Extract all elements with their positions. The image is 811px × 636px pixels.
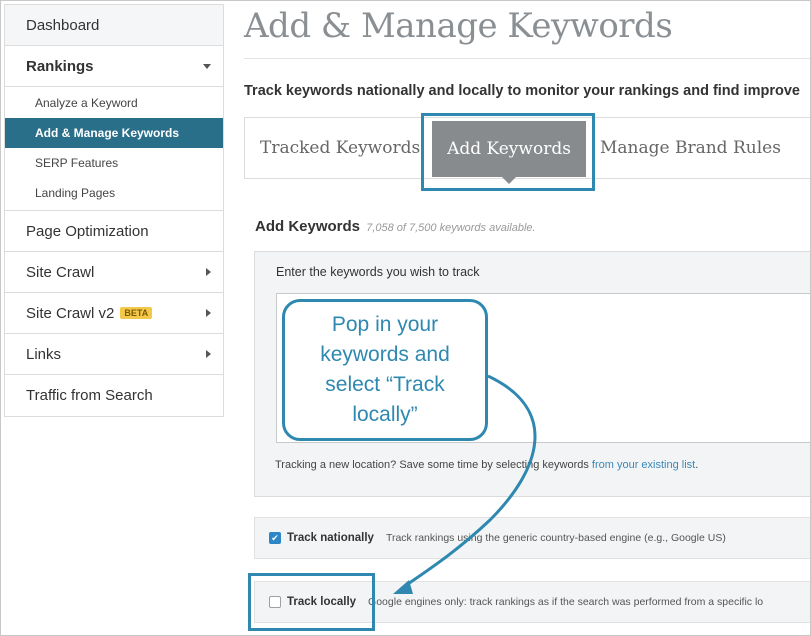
chevron-right-icon <box>206 350 211 358</box>
sidebar-item-label: Dashboard <box>26 16 100 34</box>
sidebar-item-site-crawl[interactable]: Site Crawl <box>5 252 223 293</box>
sidebar-item-site-crawl-v2[interactable]: Site Crawl v2 BETA <box>5 293 223 334</box>
checkmark-icon: ✔ <box>271 532 279 543</box>
sidebar-subitem-analyze-keyword[interactable]: Analyze a Keyword <box>5 88 223 118</box>
track-nationally-label[interactable]: Track nationally <box>287 532 374 544</box>
title-divider <box>244 58 811 59</box>
sidebar-subitem-serp-features[interactable]: SERP Features <box>5 148 223 178</box>
track-nationally-checkbox[interactable]: ✔ <box>269 532 281 544</box>
highlight-frame-add-keywords <box>421 113 595 191</box>
sidebar-item-label: Site Crawl v2 <box>26 304 115 322</box>
chevron-right-icon <box>206 309 211 317</box>
existing-list-tip: Tracking a new location? Save some time … <box>275 459 698 471</box>
section-title: Add Keywords <box>255 218 361 235</box>
tip-suffix: . <box>695 459 699 471</box>
sidebar-item-label: Page Optimization <box>26 222 149 240</box>
track-nationally-description: Track rankings using the generic country… <box>385 532 726 544</box>
sidebar-item-page-optimization[interactable]: Page Optimization <box>5 211 223 252</box>
add-keywords-heading: Add Keywords 7,058 of 7,500 keywords ava… <box>255 218 536 235</box>
sidebar-item-links[interactable]: Links <box>5 334 223 375</box>
page-title: Add & Manage Keywords <box>244 6 673 46</box>
chevron-right-icon <box>206 268 211 276</box>
sidebar-item-traffic-from-search[interactable]: Traffic from Search <box>5 375 223 416</box>
sidebar-nav: Dashboard Rankings Analyze a Keyword Add… <box>4 4 224 417</box>
chevron-down-icon <box>203 63 211 69</box>
sidebar-subitem-label: Landing Pages <box>35 186 116 200</box>
keywords-prompt: Enter the keywords you wish to track <box>276 265 480 279</box>
callout-text: Pop in your keywords and select “Track l… <box>320 313 450 426</box>
sidebar-item-label: Links <box>26 345 62 363</box>
track-nationally-option[interactable]: ✔ Track nationally Track rankings using … <box>254 517 811 559</box>
track-locally-description: Google engines only: track rankings as i… <box>368 596 764 608</box>
highlight-frame-track-locally <box>248 573 375 631</box>
tip-text: Tracking a new location? Save some time … <box>275 459 592 471</box>
sidebar-subitem-label: Analyze a Keyword <box>35 96 138 110</box>
instruction-callout: Pop in your keywords and select “Track l… <box>282 299 488 441</box>
sidebar-item-dashboard[interactable]: Dashboard <box>5 5 223 46</box>
rankings-submenu: Analyze a Keyword Add & Manage Keywords … <box>5 87 223 211</box>
keywords-available-count: 7,058 of 7,500 keywords available. <box>366 222 536 234</box>
sidebar-item-label-group: Site Crawl v2 BETA <box>26 304 153 322</box>
sidebar-subitem-add-manage-keywords[interactable]: Add & Manage Keywords <box>5 118 223 148</box>
sidebar-item-rankings[interactable]: Rankings <box>5 46 223 87</box>
sidebar-item-label: Site Crawl <box>26 263 95 281</box>
tab-tracked-keywords[interactable]: Tracked Keywords <box>260 118 420 178</box>
sidebar-item-label: Traffic from Search <box>26 387 153 404</box>
page-subtitle: Track keywords nationally and locally to… <box>244 83 800 99</box>
sidebar-subitem-landing-pages[interactable]: Landing Pages <box>5 178 223 208</box>
beta-badge: BETA <box>120 307 153 319</box>
tab-manage-brand-rules[interactable]: Manage Brand Rules <box>600 118 781 178</box>
existing-list-link[interactable]: from your existing list <box>592 459 695 471</box>
sidebar-subitem-label: Add & Manage Keywords <box>35 126 180 140</box>
sidebar-item-label: Rankings <box>26 57 94 75</box>
sidebar-subitem-label: SERP Features <box>35 156 119 170</box>
